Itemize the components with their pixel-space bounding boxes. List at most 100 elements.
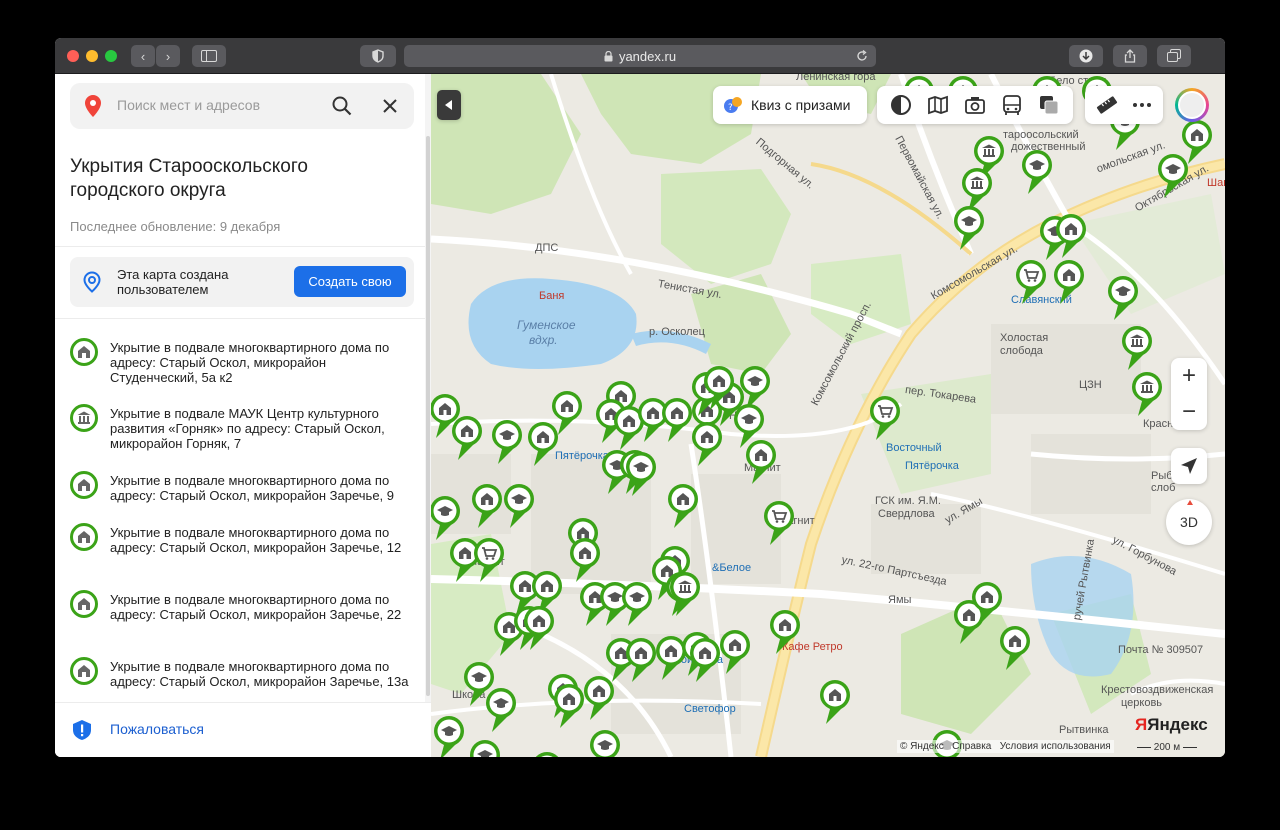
shelter-pin[interactable] <box>665 482 701 530</box>
terms-link[interactable]: Условия использования <box>1000 741 1111 752</box>
shelter-pin[interactable] <box>667 570 703 618</box>
map-label-staroosk1: тароосольский <box>1003 129 1079 141</box>
close-icon[interactable] <box>383 99 397 113</box>
privacy-shield-button[interactable] <box>360 45 396 67</box>
tools-toolbar <box>1085 86 1163 124</box>
shelter-pin[interactable] <box>469 482 505 530</box>
sidebar-toggle-button[interactable] <box>192 45 226 67</box>
shelter-pin[interactable] <box>587 728 623 757</box>
shelter-pin[interactable] <box>1053 212 1089 260</box>
map-layers-toolbar <box>877 86 1073 124</box>
url-text: yandex.ru <box>618 48 677 64</box>
tabs-icon <box>1167 49 1181 62</box>
shelter-pin[interactable] <box>567 536 603 584</box>
shelter-pin[interactable] <box>1155 152 1191 200</box>
map-label-gsk1: ГСК им. Я.М. <box>875 495 941 507</box>
address-bar[interactable]: yandex.ru <box>404 45 876 67</box>
downloads-button[interactable] <box>1069 45 1103 67</box>
quiz-button[interactable]: ? Квиз с призами <box>713 86 867 124</box>
panorama-icon[interactable] <box>927 94 949 116</box>
shield-icon <box>372 49 384 63</box>
avatar[interactable] <box>1175 88 1209 122</box>
quiz-label: Квиз с призами <box>751 97 851 113</box>
shelter-pin[interactable] <box>549 389 585 437</box>
map-pin-graduation-icon <box>954 206 984 250</box>
back-button[interactable]: ‹ <box>131 45 155 67</box>
shelter-pin[interactable] <box>623 450 659 498</box>
layers-icon[interactable] <box>1038 94 1060 116</box>
zoom-controls: + − <box>1171 358 1207 430</box>
shelter-pin[interactable] <box>1119 324 1155 372</box>
close-window-button[interactable] <box>67 50 79 62</box>
maximize-window-button[interactable] <box>105 50 117 62</box>
map-label-shash: Шаш <box>1207 177 1225 189</box>
my-location-button[interactable] <box>1171 448 1207 484</box>
shelter-pin[interactable] <box>431 494 463 542</box>
shelter-pin[interactable] <box>767 608 803 656</box>
map-pin-house-icon <box>972 582 1002 626</box>
map-label-svetofor: Светофор <box>684 703 736 715</box>
shelter-pin[interactable] <box>969 580 1005 628</box>
shelter-pin[interactable] <box>997 624 1033 672</box>
zoom-in-button[interactable]: + <box>1182 364 1196 388</box>
help-link[interactable]: Справка <box>952 741 991 752</box>
shelter-pin[interactable] <box>743 438 779 486</box>
map-pin-house-icon <box>668 484 698 528</box>
warning-shield-icon <box>73 720 91 740</box>
map-label-banya: Баня <box>539 290 565 302</box>
shelter-pin[interactable] <box>467 738 503 757</box>
create-own-map-button[interactable]: Создать свою <box>294 266 406 297</box>
house-icon <box>70 338 98 366</box>
search-input[interactable]: Поиск мест и адресов <box>117 97 260 113</box>
shelter-pin[interactable] <box>867 394 903 442</box>
map-layer-icon[interactable] <box>890 94 912 116</box>
shelter-pin[interactable] <box>689 420 725 468</box>
shelter-pin[interactable] <box>951 204 987 252</box>
zoom-out-button[interactable]: − <box>1182 400 1196 424</box>
map-label-dps: ДПС <box>535 242 559 254</box>
shelter-pin[interactable] <box>1019 148 1055 196</box>
search-icon[interactable] <box>332 96 352 116</box>
shelter-pin[interactable] <box>1013 258 1049 306</box>
shelter-pin[interactable] <box>717 628 753 676</box>
shelter-pin[interactable] <box>817 678 853 726</box>
house-icon <box>70 657 98 685</box>
report-link[interactable]: Пожаловаться <box>110 721 204 737</box>
shelter-pin[interactable] <box>471 536 507 584</box>
shelter-pin[interactable] <box>483 686 519 734</box>
map-pin-house-icon <box>692 422 722 466</box>
shelter-pin[interactable] <box>501 482 537 530</box>
shelter-pin[interactable] <box>529 750 565 757</box>
page-title: Укрытия Старооскольского городского окру… <box>70 156 308 201</box>
shelter-pin[interactable] <box>761 499 797 547</box>
3d-toggle-button[interactable]: 3D <box>1166 499 1212 545</box>
reload-icon[interactable] <box>856 50 868 62</box>
collapse-sidebar-button[interactable] <box>437 90 461 120</box>
bus-icon[interactable] <box>1001 94 1023 116</box>
forward-button[interactable]: › <box>156 45 180 67</box>
map-canvas[interactable]: Ленинская гора ДПС Баня Тенистая ул. Гуменск… <box>431 74 1225 757</box>
browser-toolbar: ‹ › yandex.ru <box>55 38 1225 74</box>
minimize-window-button[interactable] <box>86 50 98 62</box>
map-pin-graduation-icon <box>492 420 522 464</box>
tabs-overview-button[interactable] <box>1157 45 1191 67</box>
map-pin-cart-icon <box>764 501 794 545</box>
shelter-pin[interactable] <box>1129 370 1165 418</box>
house-icon <box>70 471 98 499</box>
shelter-pin[interactable] <box>1051 258 1087 306</box>
map-pin-graduation-icon <box>486 688 516 732</box>
shelter-pin[interactable] <box>489 418 525 466</box>
shelter-pin[interactable] <box>521 604 557 652</box>
map-label-oskolets: р. Осколец <box>649 326 705 338</box>
shelter-pin[interactable] <box>449 414 485 462</box>
shelter-pin[interactable] <box>431 714 467 757</box>
ruler-icon[interactable] <box>1096 94 1118 116</box>
scale-label: 200 м <box>1153 742 1181 753</box>
search-box[interactable]: Поиск мест и адресов <box>70 83 414 129</box>
scrollbar-thumb[interactable] <box>426 136 430 696</box>
share-button[interactable] <box>1113 45 1147 67</box>
compass-north-icon <box>1187 500 1193 505</box>
more-dots-icon[interactable] <box>1131 94 1153 116</box>
shelter-pin[interactable] <box>1105 274 1141 322</box>
camera-icon[interactable] <box>964 94 986 116</box>
